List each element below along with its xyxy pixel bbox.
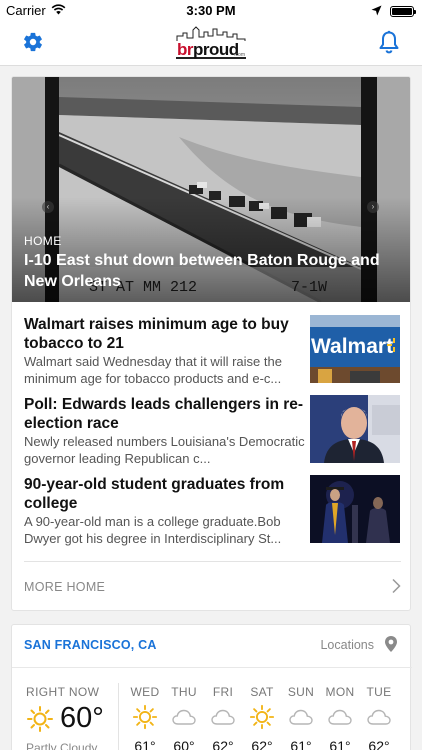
logo-domain: .com [234,52,245,58]
more-home-label: MORE HOME [24,580,106,594]
sun-icon [126,704,164,730]
forecast-day[interactable]: MON 61° [321,685,359,750]
current-temperature: 60° [60,702,104,734]
forecast-day[interactable]: THU 60° [165,685,203,750]
current-condition: Partly Cloudy [26,741,98,750]
forecast-separator [118,683,119,750]
cloud-icon [321,704,359,730]
forecast-day-name: WED [130,685,160,699]
weather-location[interactable]: SAN FRANCISCO, CA [24,638,157,652]
walmart-sign-image: Walmart [310,315,400,383]
forecast-day-name: THU [171,685,197,699]
bell-icon [378,30,400,59]
story-summary: A 90-year-old man is a college graduate.… [24,514,282,546]
weather-card: SAN FRANCISCO, CA Locations RIGHT NOW 60… [11,624,412,750]
story-summary: Newly released numbers Louisiana's Democ… [24,434,305,466]
status-bar: Carrier 3:30 PM [0,0,422,22]
forecast-day-temp: 61° [134,738,156,750]
story-thumbnail [310,395,400,463]
carousel-next-icon[interactable]: › [367,201,379,213]
hero-title: I-10 East shut down between Baton Rouge … [24,252,380,290]
forecast-day[interactable]: SAT 62° [243,685,281,750]
chevron-right-icon [391,578,401,599]
nav-bar: brproud .com [0,22,422,66]
cloud-icon [165,704,203,730]
governor-photo [310,395,400,463]
forecast-day-temp: 61° [290,738,312,750]
sun-icon [26,705,54,738]
logo-wordmark: brproud [177,40,239,59]
carousel-prev-icon[interactable]: ‹ [42,201,54,213]
notifications-button[interactable] [375,30,403,58]
gear-icon [22,31,44,58]
story-item[interactable]: Poll: Edwards leads challengers in re-el… [24,395,401,466]
forecast-day-name: TUE [366,685,392,699]
forecast-day-name: SAT [250,685,274,699]
svg-text:Walmart: Walmart [311,335,393,358]
story-thumbnail [310,475,400,543]
forecast-day[interactable]: TUE 62° [360,685,398,750]
brproud-logo[interactable]: brproud .com [175,26,247,62]
right-now-label: RIGHT NOW [26,685,100,699]
forecast-day-name: FRI [212,685,234,699]
story-title: 90-year-old student graduates from colle… [24,476,285,512]
settings-button[interactable] [19,30,47,58]
status-icons [371,4,416,19]
news-card: ST AT MM 212 7-1W ‹ › HOME I-10 East shu… [11,76,411,611]
forecast-day-name: SUN [287,685,315,699]
story-title: Poll: Edwards leads challengers in re-el… [24,396,304,432]
battery-icon [390,6,416,17]
forecast-day-temp: 62° [251,738,273,750]
cloud-icon [282,704,320,730]
forecast-day[interactable]: SUN 61° [282,685,320,750]
map-pin-icon[interactable] [384,635,398,658]
clock: 3:30 PM [186,3,236,18]
weather-divider [12,667,412,668]
story-item[interactable]: 90-year-old student graduates from colle… [24,475,401,546]
story-thumbnail: Walmart [310,315,400,383]
more-home-link[interactable]: MORE HOME [24,561,401,603]
story-title: Walmart raises minimum age to buy tobacc… [24,316,289,352]
forecast-day-temp: 62° [368,738,390,750]
graduation-photo [310,475,400,543]
hero-category: HOME [24,234,62,248]
story-summary: Walmart said Wednesday that it will rais… [24,354,282,386]
forecast-day[interactable]: WED 61° [126,685,164,750]
forecast-day-temp: 62° [212,738,234,750]
hero-story[interactable]: ST AT MM 212 7-1W ‹ › HOME I-10 East shu… [12,77,410,302]
forecast-day-temp: 60° [173,738,195,750]
sun-icon [243,704,281,730]
forecast-day-temp: 61° [329,738,351,750]
cloud-icon [360,704,398,730]
location-arrow-icon [371,4,382,19]
cloud-icon [204,704,242,730]
locations-button[interactable]: Locations [320,638,374,652]
forecast-day[interactable]: FRI 62° [204,685,242,750]
story-item[interactable]: Walmart raises minimum age to buy tobacc… [24,315,401,386]
forecast-day-name: MON [325,685,355,699]
